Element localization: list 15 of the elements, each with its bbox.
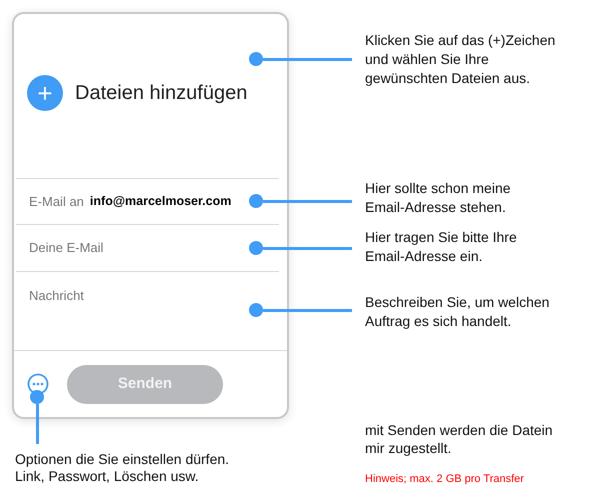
callout-text: Beschreiben Sie, um welchen Auftrag es sich handelt. — [365, 293, 550, 331]
leader-line — [30, 390, 44, 444]
warning-text: Hinweis; max. 2 GB pro Transfer — [365, 472, 524, 486]
note-text: mit Senden werden die Datein mir zugestellt. — [365, 421, 554, 457]
add-files-label: Dateien hinzufügen — [75, 81, 248, 106]
add-files-button[interactable]: + — [27, 75, 63, 111]
callout-text: Klicken Sie auf das (+)Zeichen und wählen Sie Ihre gewünschten Dateien aus. — [365, 31, 556, 88]
callout-text: Optionen die Sie einstellen dürfen. Link, Passwort, Löschen usw. — [15, 451, 230, 485]
message-field[interactable]: Nachricht — [29, 288, 229, 308]
recipient-value[interactable]: info@marcelmoser.com — [90, 192, 232, 211]
callout-text: Hier tragen Sie bitte Ihre Email-Adresse ein. — [365, 228, 518, 266]
more-options-icon[interactable] — [27, 373, 49, 395]
recipient-label: E-Mail an — [29, 192, 84, 211]
sender-email-field[interactable]: Deine E-Mail — [29, 238, 229, 258]
callout-text: Hier sollte schon meine Email-Adresse stehen. — [365, 179, 512, 217]
